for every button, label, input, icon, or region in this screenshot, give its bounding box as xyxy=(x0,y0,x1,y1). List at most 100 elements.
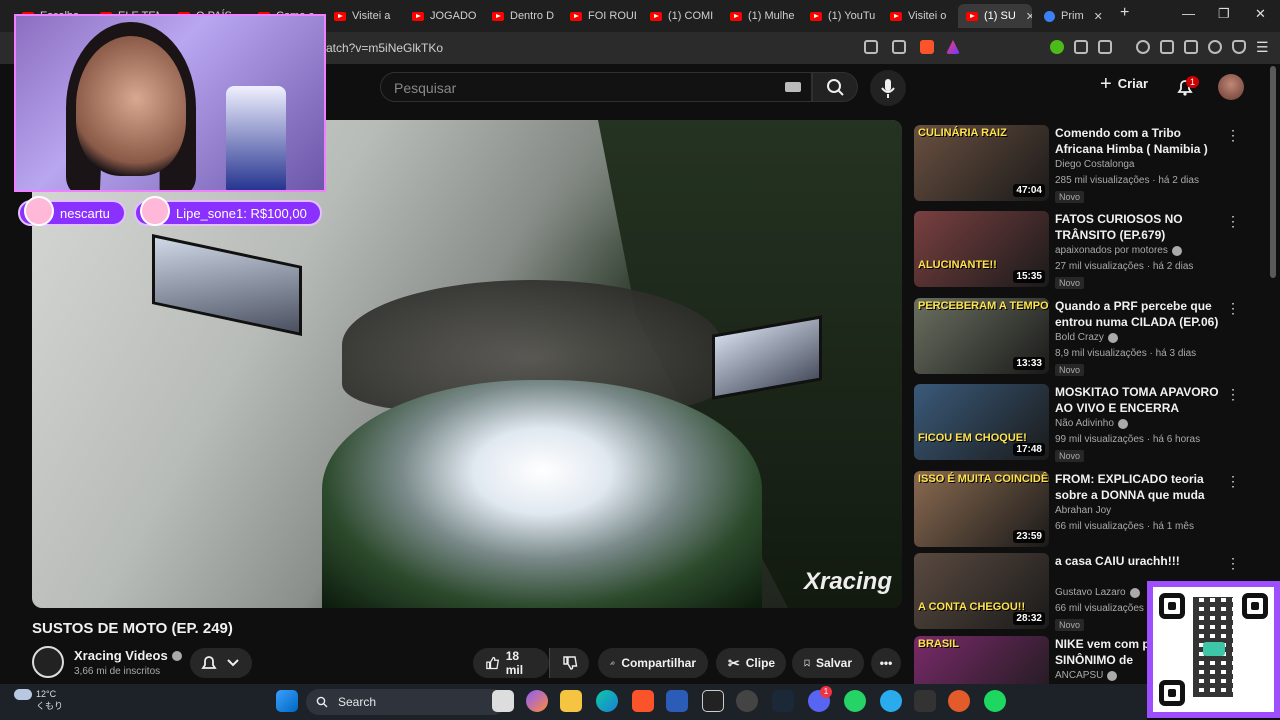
menu-icon[interactable]: ☰ xyxy=(1256,40,1270,54)
capcut-icon[interactable] xyxy=(702,690,724,712)
close-tab-icon[interactable]: ✕ xyxy=(1026,10,1032,23)
windows-start-icon[interactable] xyxy=(276,690,298,712)
recommended-video-title[interactable]: Comendo com a Tribo Africana Himba ( Nam… xyxy=(1055,125,1231,157)
qr-code xyxy=(1153,587,1274,712)
recommended-video[interactable]: ALUCINANTE!! 15:35 FATOS CURIOSOS NO TRÂNS… xyxy=(914,211,1254,291)
microsoft-store-icon[interactable] xyxy=(666,690,688,712)
spotify-icon[interactable] xyxy=(984,690,1006,712)
more-dots-icon: ••• xyxy=(879,656,893,670)
recommended-video-title[interactable]: FROM: EXPLICADO teoria sobre a DONNA que… xyxy=(1055,471,1231,503)
recommended-channel-name[interactable]: Gustavo Lazaro xyxy=(1055,587,1140,598)
recommended-video-title[interactable]: Quando a PRF percebe que entrou numa CIL… xyxy=(1055,298,1231,330)
browser-tab[interactable]: JOGADO xyxy=(404,4,476,28)
cast-icon[interactable] xyxy=(864,40,878,54)
video-thumbnail[interactable]: PERCEBERAM A TEMPO 13:33 xyxy=(914,298,1049,374)
video-thumbnail[interactable]: ALUCINANTE!! 15:35 xyxy=(914,211,1049,287)
taskbar-search[interactable]: Search xyxy=(306,689,506,715)
recommended-video-title[interactable]: a casa CAIU urachh!!! xyxy=(1055,553,1231,569)
subscribed-button[interactable] xyxy=(190,648,252,678)
browser-tab[interactable]: Prim ✕ xyxy=(1036,4,1106,28)
recommended-video[interactable]: PERCEBERAM A TEMPO 13:33 Quando a PRF perc… xyxy=(914,298,1254,378)
save-button[interactable]: Salvar xyxy=(792,648,864,678)
recommended-video-title[interactable]: FATOS CURIOSOS NO TRÂNSITO (EP.679) xyxy=(1055,211,1231,243)
close-tab-icon[interactable]: ✕ xyxy=(1094,10,1103,23)
browser-tab[interactable]: Dentro D xyxy=(484,4,556,28)
video-thumbnail[interactable]: CULINÁRIA RAIZ 47:04 xyxy=(914,125,1049,201)
whatsapp-icon[interactable] xyxy=(844,690,866,712)
browser-tab[interactable]: (1) Mulhe xyxy=(722,4,796,28)
chatgpt-icon[interactable] xyxy=(736,690,758,712)
weather-widget[interactable]: 12°C くもり xyxy=(14,688,63,712)
share-button[interactable]: Compartilhar xyxy=(598,648,708,678)
account-avatar[interactable] xyxy=(1218,74,1244,100)
more-options-icon[interactable]: ⋮ xyxy=(1226,473,1240,490)
recommended-channel-name[interactable]: apaixonados por motores xyxy=(1055,245,1182,256)
browser-tab[interactable]: Visitei o xyxy=(882,4,956,28)
channel-avatar[interactable] xyxy=(32,646,64,678)
create-button[interactable]: + Criar xyxy=(1100,74,1148,94)
recommended-channel-name[interactable]: Diego Costalonga xyxy=(1055,159,1135,170)
recommended-channel-name[interactable]: Abrahan Joy xyxy=(1055,505,1111,516)
discord-badge: 1 xyxy=(820,686,832,698)
thumbnail-caption: BRASIL xyxy=(918,638,959,650)
keyboard-icon[interactable] xyxy=(785,82,801,92)
recommended-video[interactable]: ISSO É MUITA COINCIDÊNCIA 23:59 FROM: EXPL… xyxy=(914,471,1254,551)
ea-app-icon[interactable] xyxy=(948,690,970,712)
browser-tab[interactable]: FOI ROUB xyxy=(562,4,636,28)
epic-games-icon[interactable] xyxy=(914,690,936,712)
wallet-icon[interactable] xyxy=(1184,40,1198,54)
telegram-icon[interactable] xyxy=(880,690,902,712)
clip-button[interactable]: ✂ Clipe xyxy=(716,648,786,678)
browser-tab[interactable]: (1) YouTu xyxy=(802,4,876,28)
extension-green-icon[interactable] xyxy=(1050,40,1064,54)
share-page-icon[interactable] xyxy=(892,40,906,54)
video-thumbnail[interactable]: A CONTA CHEGOU!! 28:32 xyxy=(914,553,1049,629)
minimize-button[interactable]: — xyxy=(1182,6,1195,21)
vpn-shield-icon[interactable] xyxy=(1232,40,1246,54)
close-window-button[interactable]: ✕ xyxy=(1255,6,1266,22)
channel-name[interactable]: Xracing Videos xyxy=(74,648,182,663)
more-options-icon[interactable]: ⋮ xyxy=(1226,386,1240,403)
search-input[interactable]: Pesquisar xyxy=(380,72,812,102)
scrollbar[interactable] xyxy=(1270,66,1276,278)
more-options-icon[interactable]: ⋮ xyxy=(1226,127,1240,144)
recommended-channel-name[interactable]: ANCAPSU xyxy=(1055,670,1118,681)
recommended-channel-name[interactable]: Bold Crazy xyxy=(1055,332,1118,343)
recommended-video[interactable]: CULINÁRIA RAIZ 47:04 Comendo com a Tribo A… xyxy=(914,125,1254,205)
video-views-and-age: 27 mil visualizações · há 2 dias xyxy=(1055,261,1194,272)
brave-shield-icon[interactable] xyxy=(920,40,934,54)
copilot-icon[interactable] xyxy=(526,690,548,712)
task-view-icon[interactable] xyxy=(492,690,514,712)
new-tab-button[interactable]: + xyxy=(1120,4,1129,22)
like-button[interactable]: 18 mil xyxy=(473,648,549,678)
recommended-video-title[interactable]: MOSKITAO TOMA APAVORO AO VIVO E ENCERRA … xyxy=(1055,384,1231,416)
screenshot-icon[interactable] xyxy=(1098,40,1112,54)
more-actions-button[interactable]: ••• xyxy=(871,648,901,678)
edge-browser-icon[interactable] xyxy=(596,690,618,712)
video-duration: 17:48 xyxy=(1013,443,1045,456)
maximize-button[interactable]: ❐ xyxy=(1218,6,1230,22)
file-explorer-icon[interactable] xyxy=(560,690,582,712)
more-options-icon[interactable]: ⋮ xyxy=(1226,555,1240,572)
music-icon[interactable] xyxy=(1136,40,1150,54)
more-options-icon[interactable]: ⋮ xyxy=(1226,213,1240,230)
search-button[interactable] xyxy=(812,72,858,102)
video-thumbnail[interactable]: ISSO É MUITA COINCIDÊNCIA 23:59 xyxy=(914,471,1049,547)
more-options-icon[interactable]: ⋮ xyxy=(1226,300,1240,317)
recommended-video[interactable]: FICOU EM CHOQUE! 17:48 MOSKITAO TOMA APAVO… xyxy=(914,384,1254,464)
steam-icon[interactable] xyxy=(772,690,794,712)
url-text[interactable]: atch?v=m5iNeGlkTKo xyxy=(326,41,443,55)
voice-search-button[interactable] xyxy=(870,70,906,106)
video-player[interactable]: Xracing xyxy=(32,120,902,608)
leo-ai-icon[interactable] xyxy=(1208,40,1222,54)
video-duration: 47:04 xyxy=(1013,184,1045,197)
browser-tab-active[interactable]: (1) SU ✕ xyxy=(958,4,1032,28)
dislike-button[interactable] xyxy=(549,648,589,678)
browser-tab[interactable]: (1) COMI xyxy=(642,4,716,28)
sidebar-icon[interactable] xyxy=(1160,40,1174,54)
video-thumbnail[interactable]: FICOU EM CHOQUE! 17:48 xyxy=(914,384,1049,460)
recommended-channel-name[interactable]: Não Adivinho xyxy=(1055,418,1128,429)
brave-browser-icon[interactable] xyxy=(632,690,654,712)
browser-tab[interactable]: Visitei a xyxy=(326,4,398,28)
extensions-puzzle-icon[interactable] xyxy=(1074,40,1088,54)
